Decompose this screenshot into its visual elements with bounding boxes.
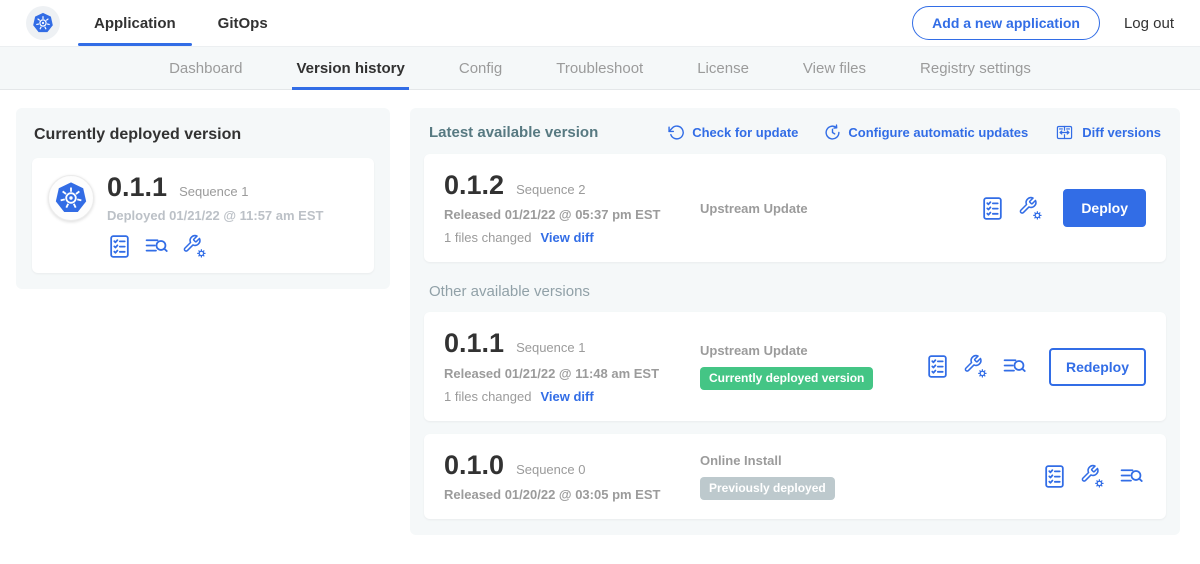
version-number: 0.1.1 [444,329,504,357]
checklist-icon[interactable] [107,234,132,259]
checklist-icon[interactable] [1042,464,1067,489]
sequence-label: Sequence 1 [516,340,585,355]
version-card-actions: Deploy [980,189,1146,227]
view-diff-link[interactable]: View diff [540,389,593,404]
logs-magnifier-icon[interactable] [1001,354,1029,379]
tab-version-history[interactable]: Version history [296,47,404,89]
tab-registry-settings[interactable]: Registry settings [920,47,1031,89]
tab-application-label: Application [94,15,176,32]
tab-view-files[interactable]: View files [803,47,866,89]
source-label: Upstream Update [700,343,925,358]
files-changed-label: 1 files changed [444,230,531,245]
app-kubernetes-logo [48,175,94,221]
tab-dashboard-label: Dashboard [169,60,242,77]
source-label: Upstream Update [700,201,980,216]
tab-view-files-label: View files [803,60,866,77]
deployed-version-number: 0.1.1 [107,173,167,201]
wrench-gear-icon[interactable] [182,234,207,259]
currently-deployed-panel: Currently deployed version 0.1.1 Sequenc… [16,108,390,289]
logs-magnifier-icon[interactable] [1118,464,1146,489]
sequence-label: Sequence 0 [516,462,585,477]
tab-gitops[interactable]: GitOps [216,0,270,46]
version-card-0-1-0: 0.1.0 Sequence 0 Released 01/20/22 @ 03:… [424,434,1166,519]
version-source: Upstream Update Currently deployed versi… [700,343,925,390]
top-navbar: Application GitOps Add a new application… [0,0,1200,46]
version-card-actions [1042,464,1146,489]
diff-icon [1054,124,1075,141]
latest-version-title: Latest available version [429,124,598,141]
refresh-icon [668,124,685,141]
topnav-right: Add a new application Log out [912,6,1174,40]
tab-troubleshoot[interactable]: Troubleshoot [556,47,643,89]
released-timestamp: Released 01/20/22 @ 03:05 pm EST [444,487,700,502]
previously-deployed-badge: Previously deployed [700,477,835,500]
latest-version-header: Latest available version Check for updat… [429,124,1161,141]
check-for-update-label: Check for update [692,125,798,140]
logs-magnifier-icon[interactable] [143,234,171,259]
other-versions-title: Other available versions [429,283,1161,300]
tab-dashboard[interactable]: Dashboard [169,47,242,89]
deploy-button[interactable]: Deploy [1063,189,1146,227]
section-tabs: Dashboard Version history Config Trouble… [0,46,1200,90]
wrench-gear-icon[interactable] [963,354,988,379]
tab-application[interactable]: Application [92,0,178,46]
tab-config-label: Config [459,60,502,77]
app-tabs: Application GitOps [92,0,308,46]
deployed-version-info: 0.1.1 Sequence 1 Deployed 01/21/22 @ 11:… [107,173,323,259]
deployed-timestamp: Deployed 01/21/22 @ 11:57 am EST [107,208,323,223]
version-source: Online Install Previously deployed [700,453,1042,500]
version-info: 0.1.1 Sequence 1 Released 01/21/22 @ 11:… [444,329,700,403]
wrench-gear-icon[interactable] [1018,196,1043,221]
view-diff-link[interactable]: View diff [540,230,593,245]
kubernetes-logo [26,6,60,40]
tab-license[interactable]: License [697,47,749,89]
diff-versions-link[interactable]: Diff versions [1054,124,1161,141]
logout-link[interactable]: Log out [1124,15,1174,32]
version-card-0-1-2: 0.1.2 Sequence 2 Released 01/21/22 @ 05:… [424,154,1166,262]
version-info: 0.1.2 Sequence 2 Released 01/21/22 @ 05:… [444,171,700,245]
add-application-button[interactable]: Add a new application [912,6,1100,40]
currently-deployed-badge: Currently deployed version [700,367,873,390]
deployed-sequence-label: Sequence 1 [179,184,248,199]
tab-config[interactable]: Config [459,47,502,89]
check-for-update-link[interactable]: Check for update [668,124,798,141]
wrench-gear-icon[interactable] [1080,464,1105,489]
checklist-icon[interactable] [925,354,950,379]
version-info: 0.1.0 Sequence 0 Released 01/20/22 @ 03:… [444,451,700,502]
deployed-version-card: 0.1.1 Sequence 1 Deployed 01/21/22 @ 11:… [32,158,374,273]
source-label: Online Install [700,453,1042,468]
tab-troubleshoot-label: Troubleshoot [556,60,643,77]
sequence-label: Sequence 2 [516,182,585,197]
released-timestamp: Released 01/21/22 @ 05:37 pm EST [444,207,700,222]
version-card-actions: Redeploy [925,348,1146,386]
deployed-panel-title: Currently deployed version [34,126,372,144]
version-number: 0.1.0 [444,451,504,479]
checklist-icon[interactable] [980,196,1005,221]
tab-version-history-label: Version history [296,60,404,77]
version-card-0-1-1: 0.1.1 Sequence 1 Released 01/21/22 @ 11:… [424,312,1166,420]
tab-license-label: License [697,60,749,77]
deployed-actions [107,234,323,259]
clock-arrow-icon [824,124,841,141]
version-source: Upstream Update [700,201,980,216]
version-actions: Check for update Configure automatic upd… [668,124,1161,141]
redeploy-button[interactable]: Redeploy [1049,348,1146,386]
configure-automatic-updates-link[interactable]: Configure automatic updates [824,124,1028,141]
files-changed-label: 1 files changed [444,389,531,404]
version-number: 0.1.2 [444,171,504,199]
released-timestamp: Released 01/21/22 @ 11:48 am EST [444,366,700,381]
version-history-panel: Latest available version Check for updat… [410,108,1180,535]
tab-registry-settings-label: Registry settings [920,60,1031,77]
main-content: Currently deployed version 0.1.1 Sequenc… [0,90,1200,535]
tab-gitops-label: GitOps [218,15,268,32]
configure-automatic-updates-label: Configure automatic updates [848,125,1028,140]
diff-versions-label: Diff versions [1082,125,1161,140]
